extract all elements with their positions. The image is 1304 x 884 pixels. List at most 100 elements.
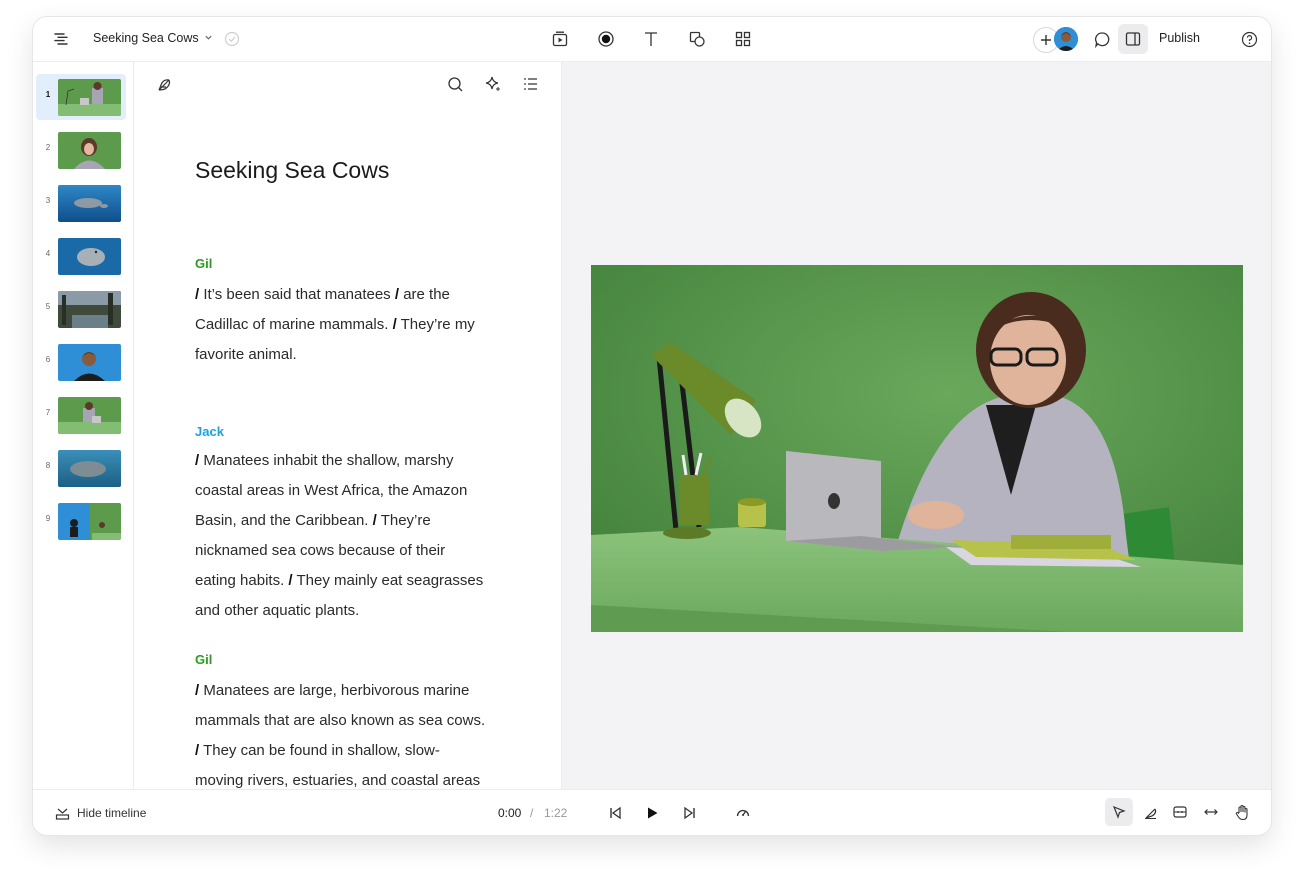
script-text: Cadillac of marine mammals. xyxy=(195,316,393,333)
draw-tool-icon[interactable] xyxy=(1140,802,1160,822)
grid-icon[interactable] xyxy=(733,29,753,49)
slide-thumb-image xyxy=(58,132,121,169)
slide-thumb-image xyxy=(58,503,121,540)
record-icon[interactable] xyxy=(596,29,616,49)
chevron-down-icon xyxy=(204,31,213,45)
script-text: They’re my xyxy=(396,316,475,333)
hide-timeline-button[interactable]: Hide timeline xyxy=(77,806,146,820)
script-editor: Seeking Sea Cows Gil / It’s been said th… xyxy=(134,62,562,789)
speaker-label-gil[interactable]: Gil xyxy=(195,256,212,271)
script-line: and other aquatic plants. xyxy=(195,596,515,626)
skip-forward-icon[interactable] xyxy=(680,803,700,823)
text-tool-icon[interactable] xyxy=(641,29,661,49)
slide-thumbnail-6[interactable]: 6 xyxy=(36,339,126,385)
slide-number: 6 xyxy=(45,355,51,364)
script-text: They’re xyxy=(376,512,431,529)
panel-toggle-icon[interactable] xyxy=(1118,24,1148,54)
play-icon[interactable] xyxy=(642,803,662,823)
slide-thumbnail-7[interactable]: 7 xyxy=(36,392,126,438)
script-line: favorite animal. xyxy=(195,340,515,370)
hide-timeline-icon[interactable] xyxy=(53,804,71,822)
time-separator: / xyxy=(530,806,534,820)
slide-number: 5 xyxy=(45,302,51,311)
shapes-icon[interactable] xyxy=(687,29,707,49)
script-text: mammals that are also known as sea cows. xyxy=(195,712,486,729)
script-line: / They can be found in shallow, slow- xyxy=(195,736,515,766)
help-icon[interactable] xyxy=(1239,29,1259,49)
script-line: moving rivers, estuaries, and coastal ar… xyxy=(195,766,515,789)
slide-number: 7 xyxy=(45,408,51,417)
current-time: 0:00 xyxy=(498,806,522,820)
scene-icon[interactable] xyxy=(550,29,570,49)
script-text: are the xyxy=(399,286,450,303)
saved-check-icon xyxy=(223,30,241,48)
script-line: Cadillac of marine mammals. / They’re my xyxy=(195,310,515,340)
slide-thumbnail-8[interactable]: 8 xyxy=(36,445,126,491)
feather-icon[interactable] xyxy=(154,74,174,94)
slide-number: 8 xyxy=(45,461,51,470)
script-line: mammals that are also known as sea cows. xyxy=(195,706,515,736)
slide-thumbnail-2[interactable]: 2 xyxy=(36,127,126,173)
speaker-label-jack[interactable]: Jack xyxy=(195,424,224,439)
slide-thumb-image xyxy=(58,397,121,434)
slide-number: 3 xyxy=(45,196,51,205)
document-title-dropdown[interactable]: Seeking Sea Cows xyxy=(93,31,213,45)
app-window: Seeking Sea Cows Publish 1 2 3 4 5 6 7 8… xyxy=(33,17,1271,835)
script-text: Basin, and the Caribbean. xyxy=(195,512,373,529)
slide-thumbnail-1[interactable]: 1 xyxy=(36,74,126,120)
script-text: Manatees are large, herbivorous marine xyxy=(199,682,470,699)
slide-thumb-image xyxy=(58,291,121,328)
comment-icon[interactable] xyxy=(1092,29,1112,49)
script-paragraph[interactable]: / Manatees are large, herbivorous marine… xyxy=(195,676,515,789)
preview-canvas xyxy=(562,62,1271,789)
script-paragraph[interactable]: / It’s been said that manatees / are the… xyxy=(195,280,515,370)
playback-speed-icon[interactable] xyxy=(733,803,753,823)
script-text: It’s been said that manatees xyxy=(199,286,395,303)
script-line: Basin, and the Caribbean. / They’re xyxy=(195,506,515,536)
timeline-bar: Hide timeline 0:00 / 1:22 xyxy=(33,789,1271,835)
script-line: nicknamed sea cows because of their xyxy=(195,536,515,566)
slide-thumb-image xyxy=(58,185,121,222)
sparkle-icon[interactable] xyxy=(483,74,503,94)
slide-thumb-image xyxy=(58,450,121,487)
script-title[interactable]: Seeking Sea Cows xyxy=(195,157,389,184)
script-line: / Manatees are large, herbivorous marine xyxy=(195,676,515,706)
script-text: nicknamed sea cows because of their xyxy=(195,542,446,559)
slide-strip: 1 2 3 4 5 6 7 8 9 xyxy=(33,62,134,789)
skip-back-icon[interactable] xyxy=(605,803,625,823)
avatar[interactable] xyxy=(1054,27,1078,51)
hand-tool-icon[interactable] xyxy=(1231,801,1253,823)
list-icon[interactable] xyxy=(521,74,541,94)
slide-number: 2 xyxy=(45,143,51,152)
script-text: moving rivers, estuaries, and coastal ar… xyxy=(195,772,481,789)
script-line: coastal areas in West Africa, the Amazon xyxy=(195,476,515,506)
script-paragraph[interactable]: / Manatees inhabit the shallow, marshy co… xyxy=(195,446,515,626)
speaker-label-gil[interactable]: Gil xyxy=(195,652,212,667)
publish-button[interactable]: Publish xyxy=(1159,31,1200,45)
slide-thumb-image xyxy=(58,344,121,381)
slide-number: 4 xyxy=(45,249,51,258)
search-icon[interactable] xyxy=(445,74,465,94)
top-toolbar: Seeking Sea Cows Publish xyxy=(33,17,1271,62)
slide-thumbnail-3[interactable]: 3 xyxy=(36,180,126,226)
script-text: Manatees inhabit the shallow, marshy xyxy=(199,452,454,469)
menu-icon[interactable] xyxy=(51,29,71,49)
script-line: / Manatees inhabit the shallow, marshy xyxy=(195,446,515,476)
script-text: and other aquatic plants. xyxy=(195,602,360,619)
script-text: coastal areas in West Africa, the Amazon xyxy=(195,482,468,499)
document-title: Seeking Sea Cows xyxy=(93,31,199,45)
video-frame[interactable] xyxy=(591,265,1243,632)
split-tool-icon[interactable] xyxy=(1170,802,1190,822)
slide-thumb-image xyxy=(58,79,121,116)
script-text: favorite animal. xyxy=(195,346,297,363)
slide-thumb-image xyxy=(58,238,121,275)
slide-thumbnail-9[interactable]: 9 xyxy=(36,498,126,544)
slide-thumbnail-4[interactable]: 4 xyxy=(36,233,126,279)
slide-thumbnail-5[interactable]: 5 xyxy=(36,286,126,332)
expand-horizontal-icon[interactable] xyxy=(1201,802,1221,822)
select-tool-icon[interactable] xyxy=(1105,798,1133,826)
script-text: eating habits. xyxy=(195,572,289,589)
script-text: They mainly eat seagrasses xyxy=(292,572,484,589)
total-time: 1:22 xyxy=(544,806,568,820)
script-line: eating habits. / They mainly eat seagras… xyxy=(195,566,515,596)
